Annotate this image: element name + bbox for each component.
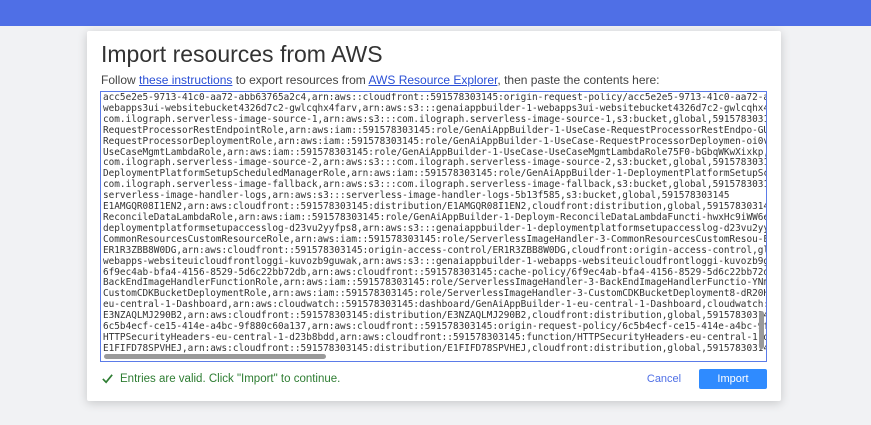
vertical-scrollbar[interactable] (757, 92, 765, 354)
textarea-line: RequestProcessorDeploymentRole,arn:aws:i… (103, 135, 766, 147)
resources-textarea[interactable]: acc5e2e5-9713-41c0-aa72-abb63765a2c4,arn… (100, 91, 767, 362)
instructions-suffix: , then paste the contents here: (497, 73, 660, 87)
horizontal-scrollbar[interactable] (101, 352, 766, 361)
textarea-line: ER1R3ZBB8W0DG,arn:aws:cloudfront::591578… (103, 244, 766, 256)
vertical-scrollbar-thumb[interactable] (759, 311, 764, 349)
dialog-instructions: Follow these instructions to export reso… (101, 73, 660, 87)
resource-explorer-link[interactable]: AWS Resource Explorer (368, 73, 497, 87)
instructions-link[interactable]: these instructions (139, 73, 232, 87)
textarea-content: acc5e2e5-9713-41c0-aa72-abb63765a2c4,arn… (103, 93, 766, 355)
checkmark-icon (102, 374, 113, 384)
validation-status-text: Entries are valid. Click "Import" to con… (120, 372, 341, 385)
instructions-middle: to export resources from (232, 73, 369, 87)
validation-status: Entries are valid. Click "Import" to con… (101, 372, 340, 385)
textarea-line: RequestProcessorRestEndpointRole,arn:aws… (103, 124, 766, 136)
app-top-bar (0, 0, 871, 26)
textarea-line: webapps-websiteuicloudfrontloggi-kuvozb9… (103, 255, 766, 267)
cancel-button[interactable]: Cancel (639, 369, 689, 389)
import-button[interactable]: Import (699, 369, 767, 389)
instructions-prefix: Follow (101, 73, 140, 87)
import-dialog: Import resources from AWS Follow these i… (87, 31, 781, 401)
dialog-title: Import resources from AWS (101, 41, 383, 67)
horizontal-scrollbar-thumb[interactable] (104, 354, 326, 359)
